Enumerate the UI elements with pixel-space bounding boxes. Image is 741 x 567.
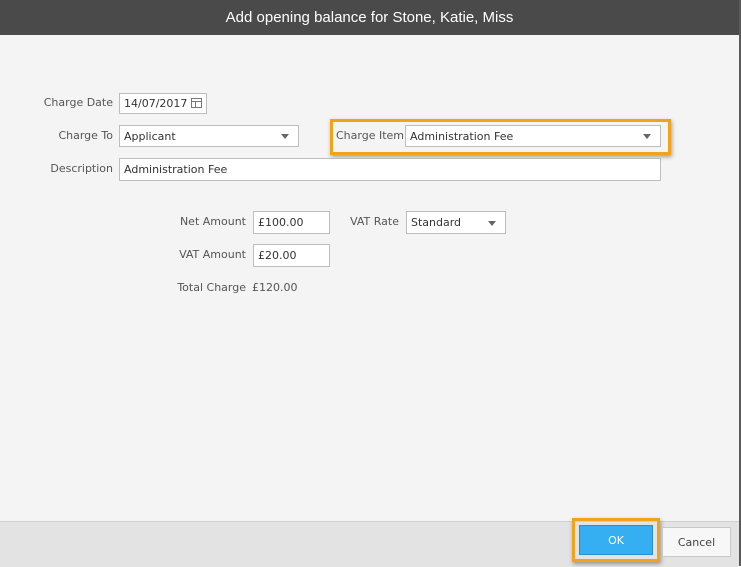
cancel-button-label: Cancel (677, 535, 716, 549)
charge-item-value: Administration Fee (410, 129, 514, 143)
net-amount-value: £100.00 (258, 216, 304, 229)
dialog-title-text: Add opening balance for Stone, Katie, Mi… (225, 9, 514, 26)
chevron-down-icon (643, 134, 651, 139)
total-charge-label: Total Charge (177, 281, 246, 294)
charge-date-value: 14/07/2017 (124, 97, 188, 110)
vat-amount-value: £20.00 (258, 249, 297, 262)
ok-button-label: OK (608, 533, 624, 547)
calendar-icon[interactable] (191, 98, 202, 108)
charge-to-select[interactable]: Applicant (119, 125, 299, 147)
description-value: Administration Fee (124, 163, 228, 176)
charge-date-input[interactable]: 14/07/2017 (119, 93, 207, 114)
charge-to-value: Applicant (124, 129, 176, 143)
charge-to-label: Charge To (58, 129, 113, 142)
description-input[interactable]: Administration Fee (119, 158, 661, 181)
vat-rate-select[interactable]: Standard (406, 211, 506, 234)
total-charge-value: £120.00 (252, 281, 298, 294)
dialog-footer: OK Cancel (0, 518, 739, 567)
chevron-down-icon (488, 220, 496, 226)
net-amount-input[interactable]: £100.00 (253, 211, 330, 234)
chevron-down-icon (281, 134, 289, 139)
vat-amount-label: VAT Amount (179, 248, 246, 261)
net-amount-label: Net Amount (179, 215, 246, 228)
charge-date-label: Charge Date (43, 96, 113, 109)
charge-item-select[interactable]: Administration Fee (405, 125, 661, 147)
vat-rate-label: VAT Rate (350, 215, 399, 228)
add-opening-balance-dialog: Add opening balance for Stone, Katie, Mi… (0, 0, 741, 567)
charge-item-label: Charge Item (336, 129, 405, 142)
cancel-button[interactable]: Cancel (662, 527, 731, 557)
vat-rate-value: Standard (411, 216, 462, 229)
vat-amount-input[interactable]: £20.00 (253, 244, 330, 267)
ok-button[interactable]: OK (579, 525, 653, 555)
description-label: Description (50, 162, 113, 175)
dialog-title: Add opening balance for Stone, Katie, Mi… (0, 0, 739, 35)
